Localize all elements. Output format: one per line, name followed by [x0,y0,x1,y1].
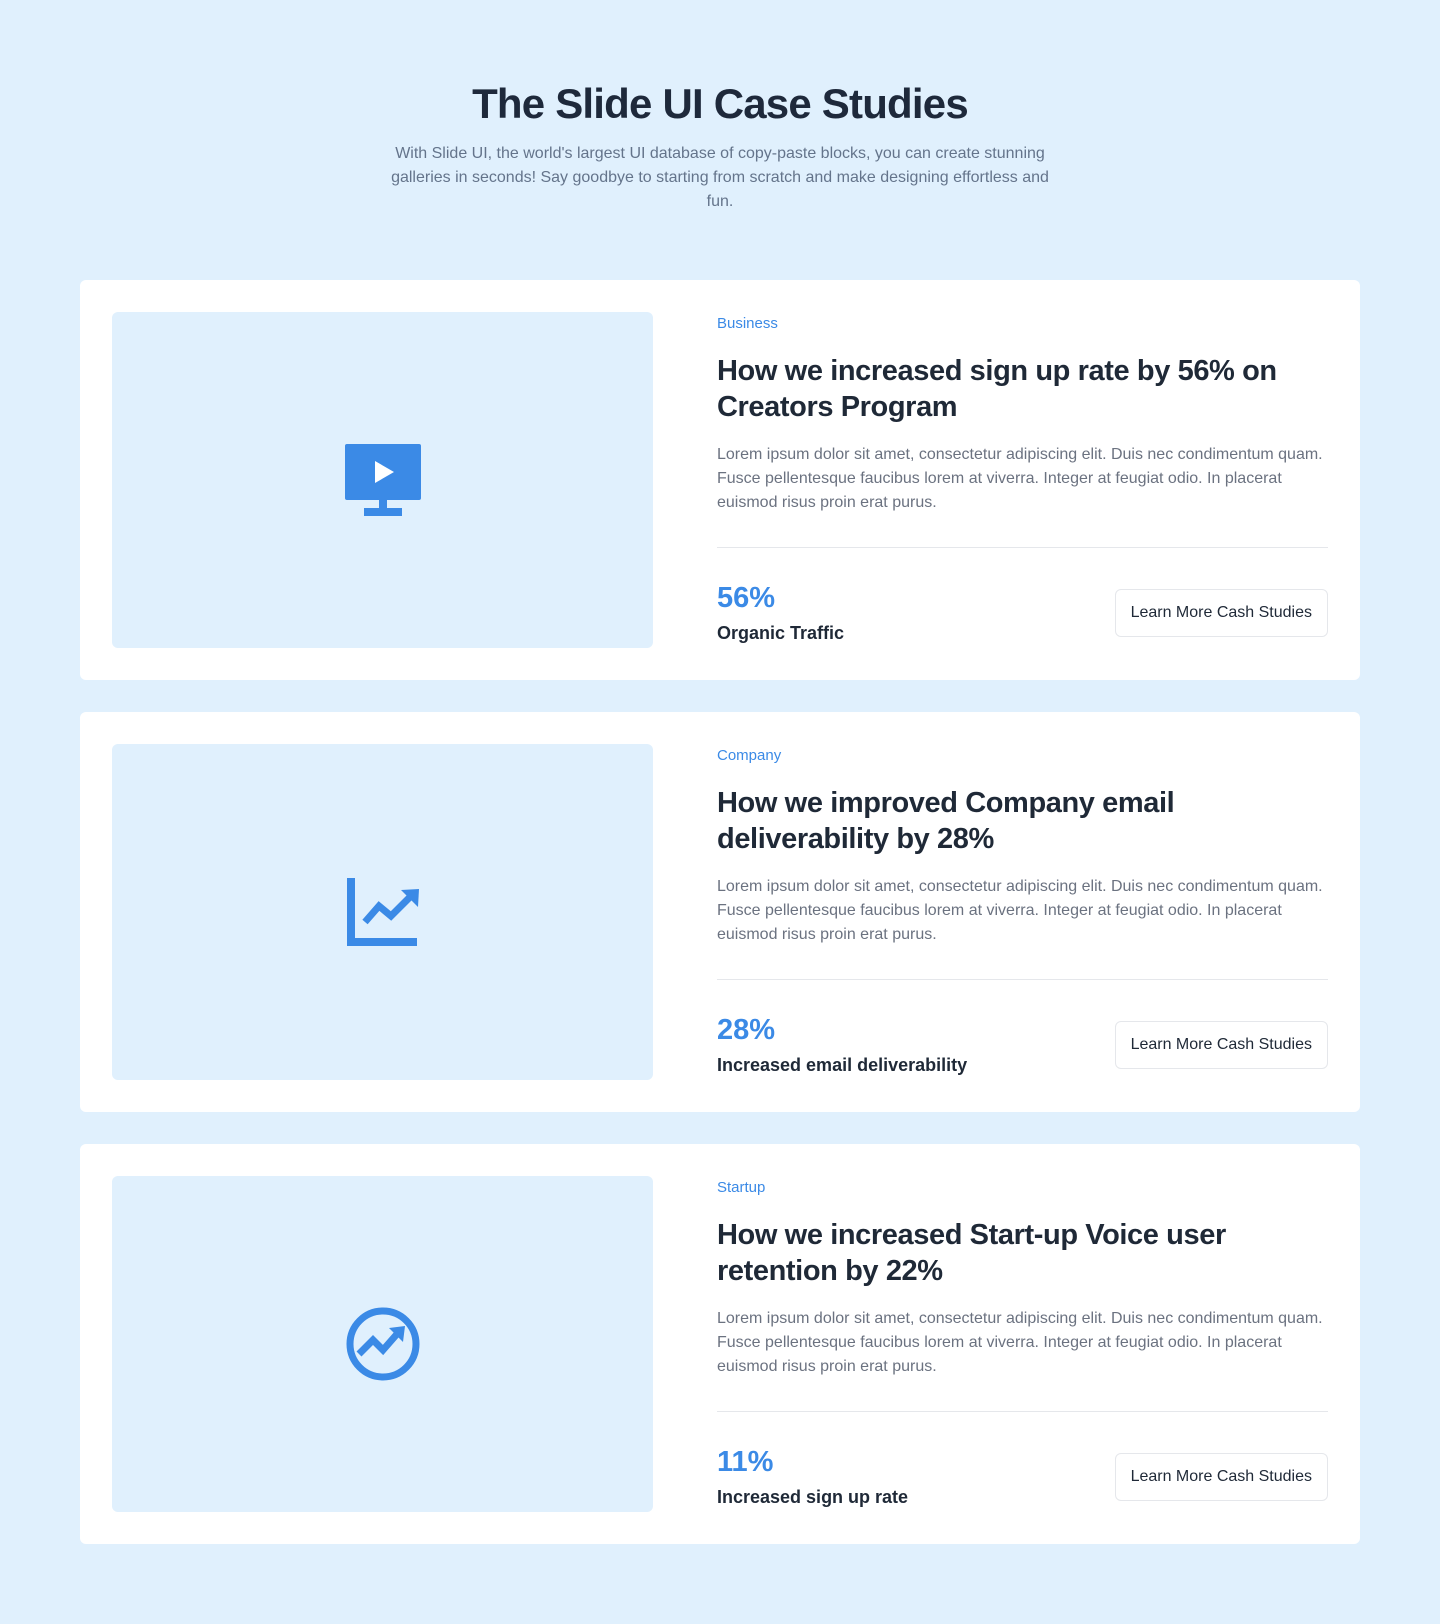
case-study-description: Lorem ipsum dolor sit amet, consectetur … [717,1310,1323,1375]
learn-more-button[interactable]: Learn More Cash Studies [1114,1021,1328,1069]
learn-more-button[interactable]: Learn More Cash Studies [1114,589,1328,637]
monitor-play-icon [344,444,421,516]
case-study-stat: 11% Increased sign up rate [717,1444,908,1510]
case-study-category: Startup [717,1179,766,1196]
divider [717,1411,1328,1412]
page-title: The Slide UI Case Studies [472,80,969,127]
case-study-media [112,744,653,1080]
stat-value: 56% [717,582,776,614]
line-chart-icon [346,876,419,948]
case-study-title: How we increased sign up rate by 56% on … [717,355,1277,423]
learn-more-button[interactable]: Learn More Cash Studies [1114,1453,1328,1501]
case-study-title: How we increased Start-up Voice user ret… [717,1219,1226,1287]
case-study-card: Business How we increased sign up rate b… [80,280,1360,680]
stat-label: Increased email deliverability [717,1055,968,1075]
case-study-content: Company How we improved Company email de… [717,744,1328,1080]
case-study-media [112,312,653,648]
case-study-stat: 56% Organic Traffic [717,580,844,646]
page-header: The Slide UI Case Studies With Slide UI,… [0,76,1440,214]
case-study-category: Business [717,315,778,332]
stat-value: 11% [717,1446,774,1478]
case-study-content: Startup How we increased Start-up Voice … [717,1176,1328,1512]
case-study-content: Business How we increased sign up rate b… [717,312,1328,648]
case-study-stat: 28% Increased email deliverability [717,1012,967,1078]
case-study-footer: 56% Organic Traffic Learn More Cash Stud… [717,580,1328,646]
case-study-card: Company How we improved Company email de… [80,712,1360,1112]
case-study-footer: 11% Increased sign up rate Learn More Ca… [717,1444,1328,1510]
stat-value: 28% [717,1014,776,1046]
case-study-title: How we improved Company email deliverabi… [717,787,1175,855]
case-study-description: Lorem ipsum dolor sit amet, consectetur … [717,446,1323,511]
case-study-category: Company [717,747,782,764]
case-study-description: Lorem ipsum dolor sit amet, consectetur … [717,878,1323,943]
stat-label: Increased sign up rate [717,1487,909,1507]
divider [717,979,1328,980]
case-study-media [112,1176,653,1512]
case-study-card: Startup How we increased Start-up Voice … [80,1144,1360,1544]
trending-circle-icon [345,1306,421,1382]
page-subtitle: With Slide UI, the world's largest UI da… [391,145,1049,210]
case-study-footer: 28% Increased email deliverability Learn… [717,1012,1328,1078]
stat-label: Organic Traffic [717,623,845,643]
case-study-list: Business How we increased sign up rate b… [80,280,1360,1576]
divider [717,547,1328,548]
